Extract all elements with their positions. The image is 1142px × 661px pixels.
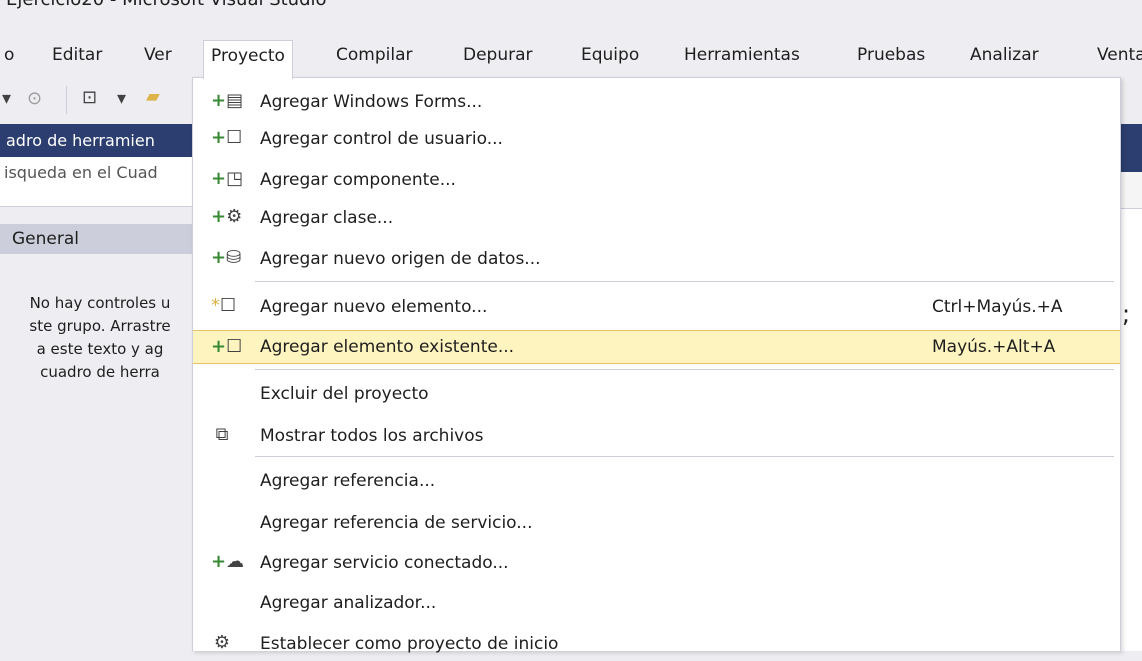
menu-item-agregar-windows-forms[interactable]: +▤ Agregar Windows Forms...	[193, 85, 1120, 119]
menu-item-agregar-clase[interactable]: +⚙ Agregar clase...	[193, 201, 1120, 235]
menu-editar[interactable]: Editar	[52, 40, 102, 70]
new-project-icon[interactable]: ⊡	[82, 87, 97, 108]
menu-compilar[interactable]: Compilar	[336, 40, 412, 70]
menu-proyecto[interactable]: Proyecto	[203, 40, 293, 79]
window-title: Ejercicio20 - Microsoft Visual Studio	[6, 0, 327, 10]
toolbox-empty-line: No hay controles u	[29, 294, 171, 312]
dropdown-arrow-icon[interactable]: ▾	[2, 88, 11, 109]
add-windows-form-icon: +▤	[211, 90, 244, 111]
menu-item-label: Agregar referencia de servicio...	[260, 513, 533, 533]
menu-item-shortcut: Ctrl+Mayús.+A	[932, 297, 1063, 317]
menu-item-label: Agregar nuevo origen de datos...	[260, 249, 541, 269]
menu-depurar[interactable]: Depurar	[463, 40, 533, 70]
menu-item-label: Agregar nuevo elemento...	[260, 297, 488, 317]
menu-item-mostrar-archivos[interactable]: ⧉ Mostrar todos los archivos	[193, 419, 1120, 453]
menu-item-agregar-servicio-conectado[interactable]: +☁ Agregar servicio conectado...	[193, 546, 1120, 580]
menu-item-agregar-control-usuario[interactable]: +☐ Agregar control de usuario...	[193, 122, 1120, 156]
add-data-source-icon: +⛁	[211, 247, 242, 268]
menu-item-label: Agregar control de usuario...	[260, 129, 503, 149]
menu-item-agregar-nuevo-elemento[interactable]: *☐ Agregar nuevo elemento... Ctrl+Mayús.…	[193, 290, 1120, 324]
menu-item-excluir-proyecto[interactable]: Excluir del proyecto	[193, 377, 1120, 411]
menu-item-label: Agregar referencia...	[260, 471, 436, 491]
menu-separator	[255, 369, 1114, 370]
menu-item-label: Agregar componente...	[260, 170, 456, 190]
menu-item-label: Agregar Windows Forms...	[260, 92, 483, 112]
show-all-files-icon: ⧉	[215, 424, 229, 445]
menu-archivo[interactable]: o	[4, 40, 14, 70]
menu-item-label: Excluir del proyecto	[260, 384, 429, 404]
menu-separator	[255, 456, 1114, 457]
menu-separator	[255, 281, 1114, 282]
open-folder-icon[interactable]: ▰	[146, 86, 160, 107]
toolbox-empty-message: No hay controles u ste grupo. Arrastre a…	[0, 292, 200, 412]
proyecto-dropdown-menu: +▤ Agregar Windows Forms... +☐ Agregar c…	[192, 77, 1121, 654]
add-class-icon: +⚙	[211, 206, 243, 227]
menu-item-agregar-referencia-servicio[interactable]: Agregar referencia de servicio...	[193, 506, 1120, 540]
menu-item-label: Establecer como proyecto de inicio	[260, 634, 559, 654]
dropdown-arrow-icon[interactable]: ▾	[117, 88, 126, 109]
menu-item-label: Agregar elemento existente...	[260, 337, 515, 357]
menu-item-agregar-origen-datos[interactable]: +⛁ Agregar nuevo origen de datos...	[193, 242, 1120, 276]
menu-item-agregar-elemento-existente[interactable]: +☐ Agregar elemento existente... Mayús.+…	[193, 330, 1120, 364]
menu-pruebas[interactable]: Pruebas	[857, 40, 925, 70]
menu-item-label: Agregar analizador...	[260, 593, 437, 613]
menu-ventana[interactable]: Ventar	[1097, 40, 1142, 70]
menu-item-agregar-componente[interactable]: +◳ Agregar componente...	[193, 163, 1120, 197]
toolbox-group-general[interactable]: General	[0, 224, 200, 254]
toolbox-empty-line: a este texto y ag	[36, 340, 164, 358]
menu-bar: o Editar Ver Proyecto Compilar Depurar E…	[0, 32, 1142, 79]
add-component-icon: +◳	[211, 168, 244, 189]
toolbar-separator	[66, 86, 67, 114]
menu-item-label: Agregar clase...	[260, 208, 394, 228]
title-bar: Ejercicio20 - Microsoft Visual Studio	[0, 0, 1142, 32]
menu-analizar[interactable]: Analizar	[970, 40, 1039, 70]
menu-equipo[interactable]: Equipo	[581, 40, 639, 70]
menu-item-agregar-analizador[interactable]: Agregar analizador...	[193, 586, 1120, 620]
add-new-item-icon: *☐	[211, 295, 237, 316]
toolbox-empty-line: ste grupo. Arrastre	[29, 317, 171, 335]
toolbox-empty-line: cuadro de herra	[40, 363, 160, 381]
gear-icon: ⚙	[213, 632, 231, 653]
menu-herramientas[interactable]: Herramientas	[684, 40, 800, 70]
code-text: ;	[1122, 300, 1131, 328]
menu-item-label: Mostrar todos los archivos	[260, 426, 484, 446]
menu-item-agregar-referencia[interactable]: Agregar referencia...	[193, 464, 1120, 498]
menu-item-establecer-inicio[interactable]: ⚙ Establecer como proyecto de inicio	[193, 627, 1120, 661]
add-existing-item-icon: +☐	[211, 336, 243, 357]
menu-item-label: Agregar servicio conectado...	[260, 553, 509, 573]
toolbox-title[interactable]: adro de herramien	[0, 124, 206, 157]
add-connected-service-icon: +☁	[211, 551, 245, 572]
menu-item-shortcut: Mayús.+Alt+A	[932, 337, 1056, 357]
toolbox-search-input[interactable]: isqueda en el Cuad	[0, 157, 200, 207]
menu-ver[interactable]: Ver	[144, 40, 172, 70]
add-user-control-icon: +☐	[211, 127, 243, 148]
forward-nav-icon[interactable]: ⊙	[27, 88, 42, 109]
